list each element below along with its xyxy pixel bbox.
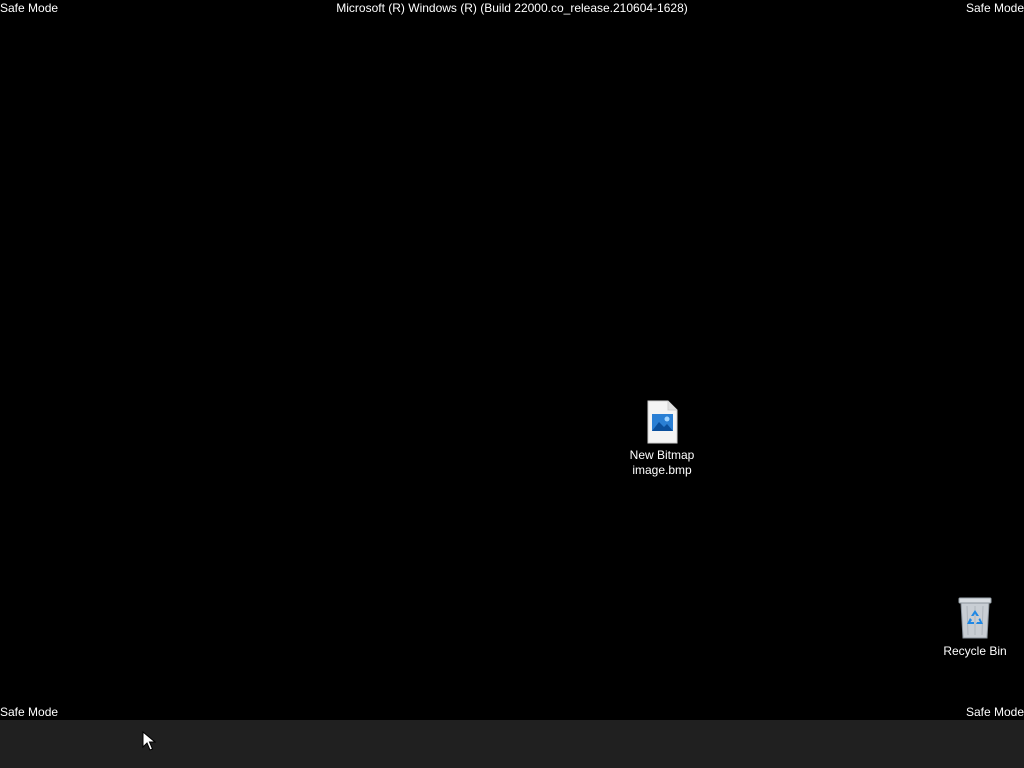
- safe-mode-label-top-right: Safe Mode: [965, 1, 1024, 15]
- bitmap-file-caption: New Bitmap image.bmp: [622, 448, 702, 478]
- bitmap-file-caption-line2: image.bmp: [632, 463, 692, 477]
- build-title: Microsoft (R) Windows (R) (Build 22000.c…: [336, 1, 688, 15]
- arrow-cursor-icon: [142, 730, 157, 751]
- desktop-icon-bitmap[interactable]: New Bitmap image.bmp: [622, 400, 702, 478]
- recycle-bin-icon: [957, 596, 993, 640]
- recycle-bin-caption: Recycle Bin: [943, 644, 1007, 658]
- desktop[interactable]: Safe Mode Microsoft (R) Windows (R) (Bui…: [0, 0, 1024, 720]
- bitmap-file-caption-line1: New Bitmap: [629, 448, 695, 462]
- safe-mode-label-bottom-left: Safe Mode: [0, 705, 59, 719]
- desktop-icon-recycle-bin[interactable]: Recycle Bin: [935, 596, 1015, 659]
- bitmap-file-icon: [644, 400, 680, 444]
- safe-mode-label-bottom-right: Safe Mode: [965, 705, 1024, 719]
